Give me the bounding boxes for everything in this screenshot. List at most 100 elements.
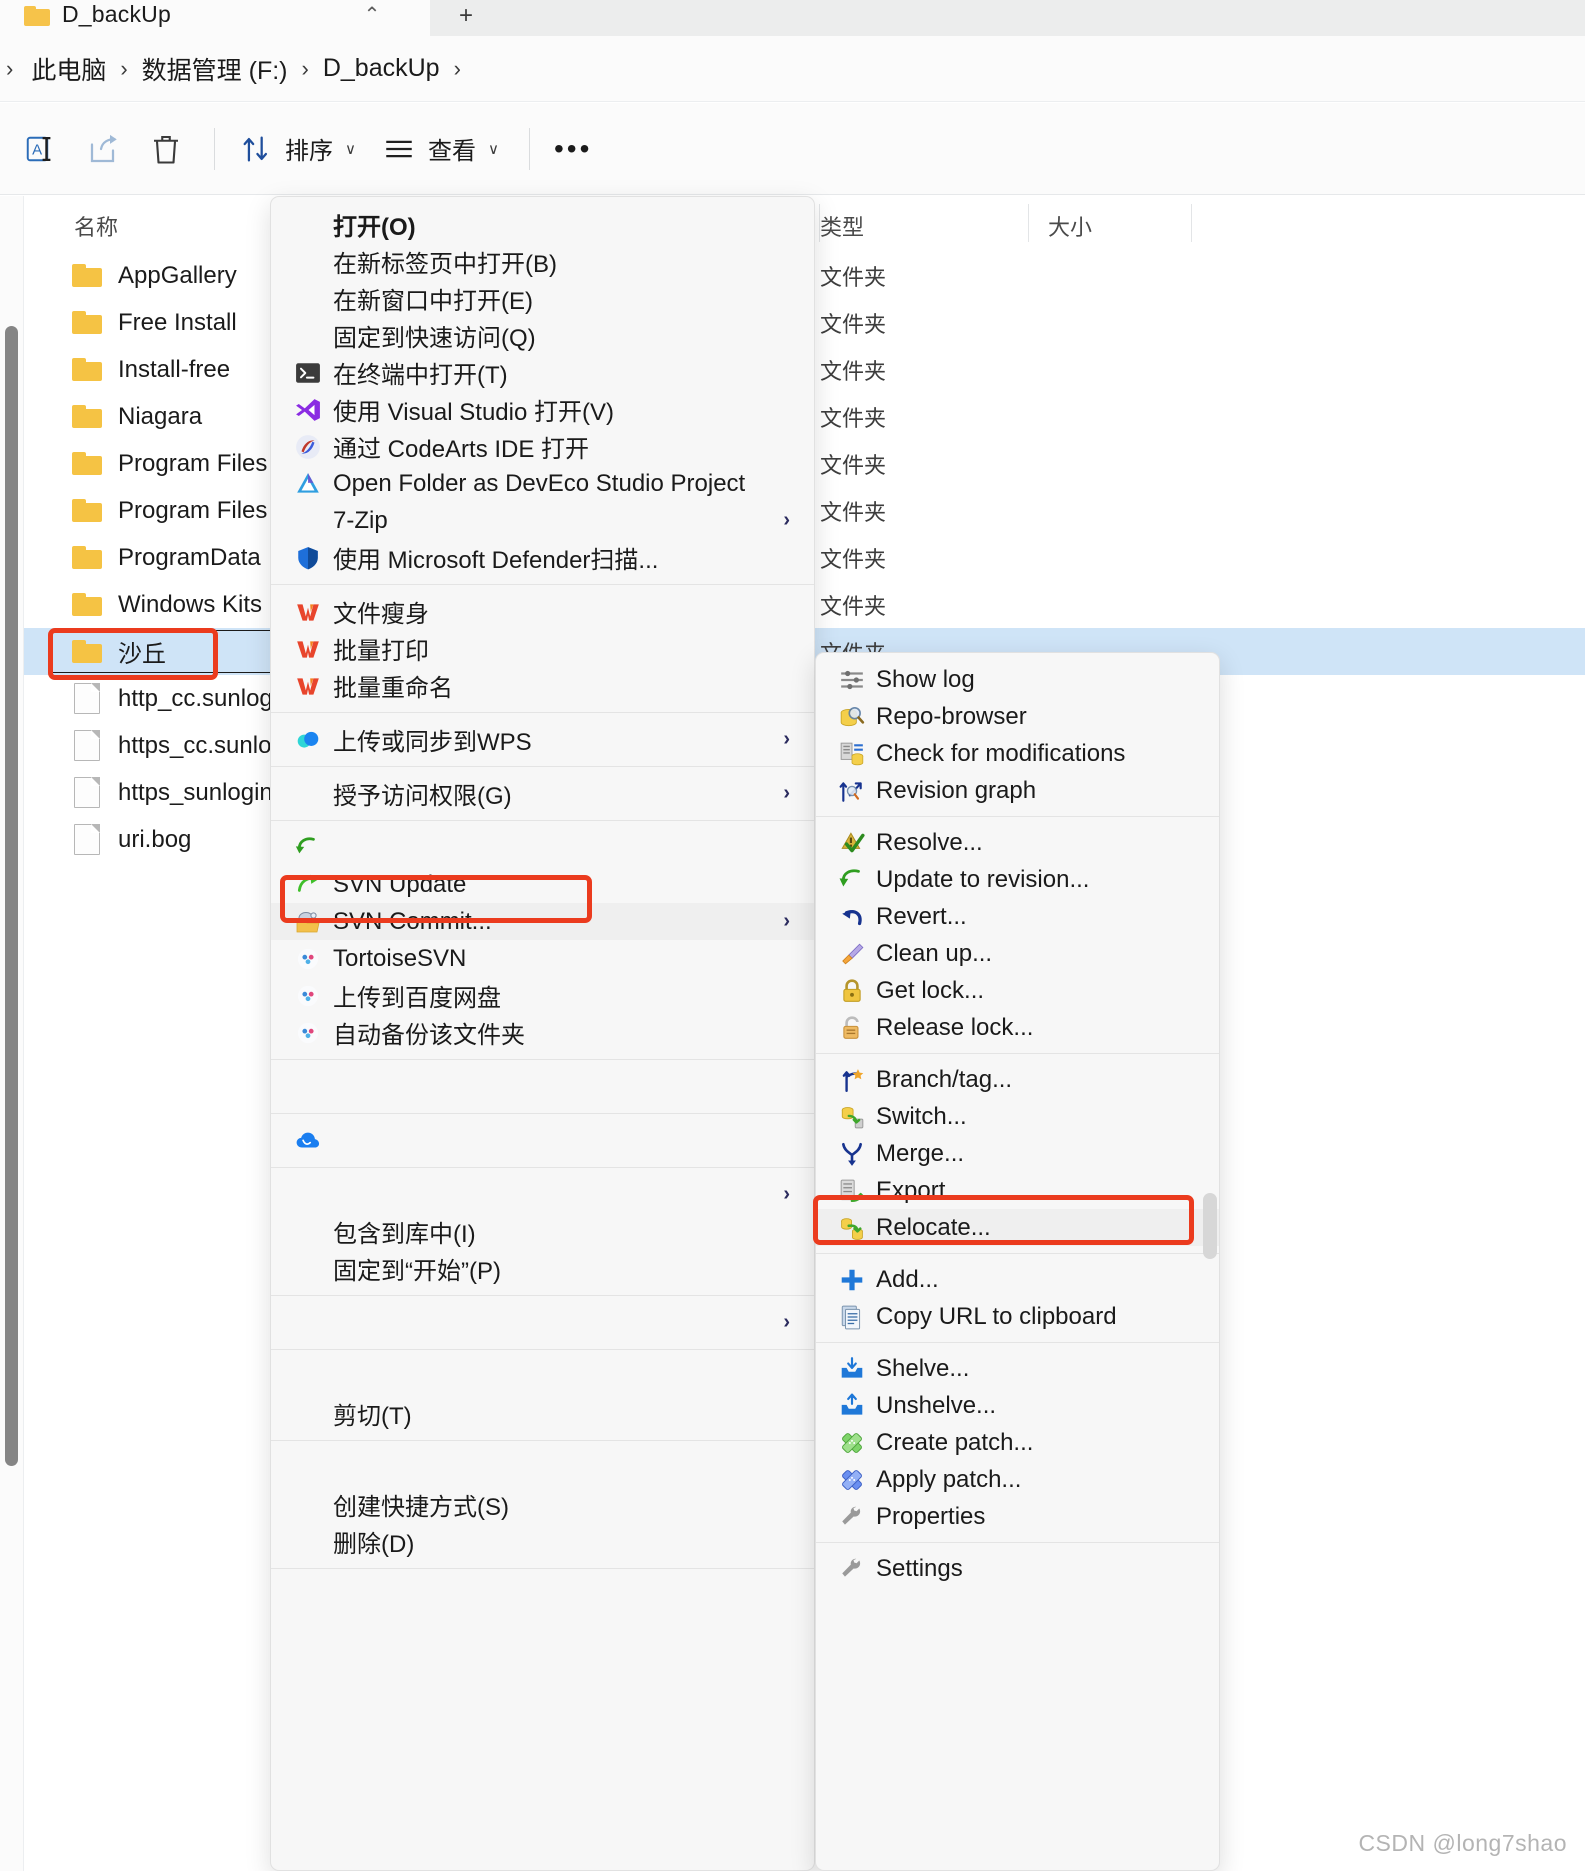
submenu-separator — [816, 1542, 1219, 1543]
tortoisesvn-submenu: Show log Repo-browser Check for modifica… — [815, 652, 1220, 1871]
watermark: CSDN @long7shao — [1358, 1830, 1567, 1856]
menu-item-label: 删除(D) — [333, 1531, 415, 1558]
tab-title: D_backUp — [62, 1, 171, 27]
list-view-icon — [386, 140, 412, 157]
baidu-netdisk-icon — [287, 985, 329, 1007]
submenu-item-label: Switch... — [876, 1102, 967, 1130]
submenu-item-unshelve[interactable]: Unshelve... — [816, 1387, 1219, 1424]
menu-item-open-visual-studio[interactable]: 使用 Visual Studio 打开(V) — [271, 391, 814, 428]
close-icon[interactable]: ⌃ — [358, 0, 386, 28]
folder-icon — [72, 452, 102, 475]
menu-item-label: 打开(O) — [333, 214, 416, 241]
column-divider[interactable] — [1028, 204, 1029, 242]
submenu-item-clean-up[interactable]: Clean up... — [816, 935, 1219, 972]
submenu-item-update-to-revision[interactable]: Update to revision... — [816, 861, 1219, 898]
svn-update-icon — [287, 835, 329, 861]
column-header-size[interactable]: 大小 — [1048, 210, 1092, 242]
rename-icon: A — [26, 136, 51, 161]
submenu-item-resolve[interactable]: Resolve... — [816, 824, 1219, 861]
menu-item-batch-print[interactable]: 批量打印 — [271, 630, 814, 667]
menu-item-open-new-tab[interactable]: 在新标签页中打开(B) — [271, 243, 814, 280]
submenu-item-create-patch[interactable]: Create patch... — [816, 1424, 1219, 1461]
menu-item-copy-file-address[interactable]: 固定到“开始”(P) — [271, 1250, 814, 1287]
submenu-item-get-lock[interactable]: Get lock... — [816, 972, 1219, 1009]
menu-item-label: 批量打印 — [333, 638, 429, 665]
menu-item-label: SVN Commit... — [333, 907, 492, 935]
submenu-item-settings[interactable]: Settings — [816, 1550, 1219, 1587]
menu-item-rename[interactable]: 删除(D) — [271, 1523, 814, 1560]
menu-item-include-in-library[interactable]: › — [271, 1176, 814, 1213]
menu-item-delete[interactable]: 创建快捷方式(S) — [271, 1486, 814, 1523]
submenu-item-relocate[interactable]: Relocate... — [816, 1209, 1219, 1246]
menu-item-upload-baidu[interactable]: TortoiseSVN — [271, 940, 814, 977]
submenu-item-export[interactable]: Export... — [816, 1172, 1219, 1209]
more-options-button[interactable]: ••• — [544, 122, 602, 176]
type-column: 文件夹 文件夹 文件夹 文件夹 文件夹 文件夹 文件夹 文件夹 文件夹 — [820, 252, 1340, 675]
menu-item-batch-rename[interactable]: 批量重命名 — [271, 667, 814, 704]
submenu-item-check-modifications[interactable]: Check for modifications — [816, 735, 1219, 772]
menu-item-open-terminal[interactable]: 在终端中打开(T) — [271, 354, 814, 391]
breadcrumb-item-this-pc[interactable]: 此电脑 — [31, 51, 106, 87]
menu-item-tortoisesvn[interactable]: SVN Commit... › — [271, 903, 814, 940]
breadcrumb-item-drive[interactable]: 数据管理 (F:) — [142, 51, 288, 87]
scrollbar-thumb[interactable] — [5, 326, 18, 1466]
submenu-item-add[interactable]: Add... — [816, 1261, 1219, 1298]
share-button[interactable] — [76, 122, 132, 176]
column-header-type[interactable]: 类型 — [820, 210, 864, 242]
menu-item-properties[interactable] — [271, 1577, 814, 1614]
view-button[interactable]: 查看 ∨ — [372, 122, 509, 176]
menu-item-svn-commit[interactable]: SVN Update — [271, 866, 814, 903]
submenu-item-revision-graph[interactable]: Revision graph — [816, 772, 1219, 809]
rename-button[interactable]: A — [14, 122, 70, 176]
menu-item-pin-quick-access[interactable]: 固定到快速访问(Q) — [271, 317, 814, 354]
menu-item-auto-backup-folder[interactable]: 上传到百度网盘 — [271, 977, 814, 1014]
menu-item-restore-previous-versions[interactable] — [271, 1068, 814, 1105]
menu-item-create-shortcut[interactable] — [271, 1449, 814, 1486]
submenu-item-copy-url-to-clipboard[interactable]: Copy URL to clipboard — [816, 1298, 1219, 1335]
menu-item-open-deveco-studio[interactable]: Open Folder as DevEco Studio Project — [271, 465, 814, 502]
submenu-item-merge[interactable]: Merge... — [816, 1135, 1219, 1172]
submenu-scrollbar-thumb[interactable] — [1203, 1193, 1217, 1259]
menu-item-open-codearts[interactable]: 通过 CodeArts IDE 打开 — [271, 428, 814, 465]
menu-item-file-slim[interactable]: 文件瘦身 — [271, 593, 814, 630]
submenu-item-revert[interactable]: Revert... — [816, 898, 1219, 935]
submenu-item-switch[interactable]: Switch... — [816, 1098, 1219, 1135]
vertical-scrollbar[interactable] — [0, 196, 24, 1871]
submenu-item-repo-browser[interactable]: Repo-browser — [816, 698, 1219, 735]
document-icon — [74, 683, 100, 714]
menu-item-open-new-window[interactable]: 在新窗口中打开(E) — [271, 280, 814, 317]
submenu-item-properties[interactable]: Properties — [816, 1498, 1219, 1535]
sort-button[interactable]: 排序 ∨ — [229, 122, 366, 176]
column-header-name[interactable]: 名称 — [74, 210, 118, 242]
submenu-item-show-log[interactable]: Show log — [816, 661, 1219, 698]
column-divider[interactable] — [1191, 204, 1192, 242]
menu-item-label: 在新窗口中打开(E) — [333, 288, 533, 315]
tab-d-backup[interactable]: D_backUp ⌃ — [0, 0, 430, 36]
menu-item-send-to[interactable]: › — [271, 1304, 814, 1341]
menu-item-grant-access[interactable]: 授予访问权限(G) › — [271, 775, 814, 812]
menu-item-7zip[interactable]: 7-Zip › — [271, 502, 814, 539]
menu-item-pin-to-start[interactable]: 包含到库中(I) — [271, 1213, 814, 1250]
submenu-item-label: Copy URL to clipboard — [876, 1302, 1117, 1330]
menu-item-svn-update[interactable] — [271, 829, 814, 866]
submenu-item-shelve[interactable]: Shelve... — [816, 1350, 1219, 1387]
submenu-item-label: Add... — [876, 1265, 939, 1293]
menu-item-cut[interactable] — [271, 1358, 814, 1395]
menu-item-label: Open Folder as DevEco Studio Project — [333, 469, 746, 497]
delete-button[interactable] — [138, 122, 194, 176]
menu-item-move-huawei-cloud[interactable] — [271, 1122, 814, 1159]
toolbar: A 排序 ∨ 查看 ∨ ••• — [0, 103, 1585, 195]
menu-item-label: 文件瘦身 — [333, 601, 429, 628]
submenu-item-branch-tag[interactable]: Branch/tag... — [816, 1061, 1219, 1098]
svn-commit-icon — [287, 872, 329, 898]
menu-item-upload-wps[interactable]: 上传或同步到WPS › — [271, 721, 814, 758]
submenu-item-apply-patch[interactable]: Apply patch... — [816, 1461, 1219, 1498]
menu-item-sync-other-devices[interactable]: 自动备份该文件夹 — [271, 1014, 814, 1051]
breadcrumb-item-folder[interactable]: D_backUp — [323, 54, 440, 83]
submenu-item-release-lock[interactable]: Release lock... — [816, 1009, 1219, 1046]
menu-item-defender-scan[interactable]: 使用 Microsoft Defender扫描... — [271, 539, 814, 576]
menu-item-open[interactable]: 打开(O) — [271, 206, 814, 243]
menu-item-copy[interactable]: 剪切(T) — [271, 1395, 814, 1432]
chevron-right-icon: › — [783, 910, 790, 932]
new-tab-button[interactable]: + — [436, 0, 496, 36]
